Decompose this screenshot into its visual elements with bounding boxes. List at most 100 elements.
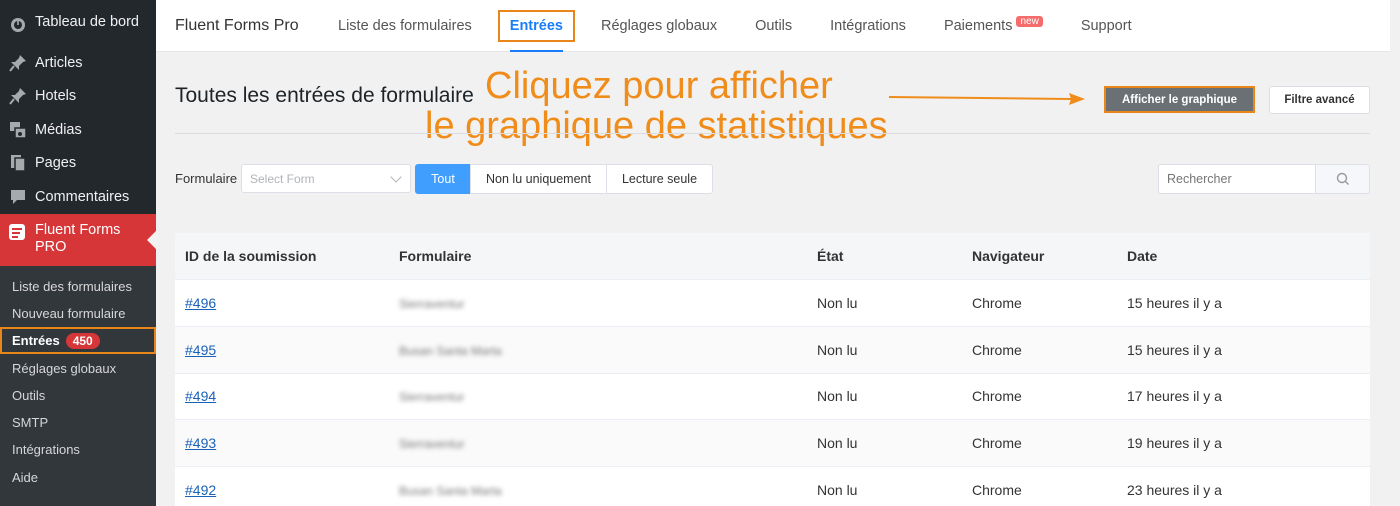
submenu-smtp[interactable]: SMTP bbox=[0, 409, 156, 436]
header-date[interactable]: Date bbox=[1117, 248, 1157, 264]
status-cell: Non lu bbox=[817, 341, 858, 358]
table-row[interactable]: #494 Sierraventur Non lu Chrome 17 heure… bbox=[175, 372, 1370, 420]
advanced-filter-button[interactable]: Filtre avancé bbox=[1269, 86, 1370, 114]
form-name: Busan Santa Marta bbox=[399, 343, 502, 358]
form-select[interactable]: Select Form bbox=[241, 164, 411, 193]
tab-payments-label: Paiements bbox=[943, 17, 1013, 34]
filter-all-button[interactable]: Tout bbox=[415, 164, 471, 194]
date-cell: 19 heures il y a bbox=[1127, 435, 1222, 452]
header-status[interactable]: État bbox=[807, 248, 962, 264]
submenu-entries[interactable]: Entrées 450 bbox=[0, 327, 156, 355]
header-browser[interactable]: Navigateur bbox=[962, 248, 1117, 264]
filter-read-button[interactable]: Lecture seule bbox=[606, 164, 713, 194]
tab-support[interactable]: Support bbox=[1081, 18, 1132, 34]
tab-tools[interactable]: Outils bbox=[755, 18, 792, 34]
form-name: Busan Santa Marta bbox=[399, 484, 502, 499]
form-filter-label: Formulaire bbox=[175, 171, 238, 186]
submenu-label: Liste des formulaires bbox=[12, 278, 132, 294]
form-name: Sierraventur bbox=[399, 390, 465, 405]
submenu-label: Réglages globaux bbox=[12, 360, 117, 376]
submenu-label: Aide bbox=[12, 469, 39, 485]
date-cell: 15 heures il y a bbox=[1127, 341, 1222, 358]
tab-integrations[interactable]: Intégrations bbox=[830, 18, 906, 34]
header-form[interactable]: Formulaire bbox=[389, 248, 807, 264]
date-cell: 15 heures il y a bbox=[1127, 294, 1222, 311]
table-row[interactable]: #495 Busan Santa Marta Non lu Chrome 15 … bbox=[175, 325, 1370, 373]
comment-icon bbox=[8, 187, 28, 207]
sidebar-item-fluent-forms[interactable]: Fluent Forms PRO bbox=[0, 213, 156, 266]
tab-entries[interactable]: Entrées bbox=[497, 9, 575, 52]
table-row[interactable]: #493 Sierraventur Non lu Chrome 19 heure… bbox=[175, 419, 1370, 467]
status-cell: Non lu bbox=[817, 435, 858, 452]
tutorial-annotation: Cliquez pour afficher le graphique de st… bbox=[425, 66, 888, 146]
submenu-label: SMTP bbox=[12, 415, 49, 431]
date-cell: 23 heures il y a bbox=[1127, 482, 1222, 499]
submission-id-link[interactable]: #494 bbox=[185, 388, 216, 404]
chevron-down-icon bbox=[390, 171, 402, 183]
browser-cell: Chrome bbox=[972, 435, 1022, 452]
pin-icon bbox=[8, 53, 28, 73]
header-submission-id[interactable]: ID de la soumission bbox=[175, 248, 389, 264]
media-icon bbox=[8, 120, 28, 140]
submission-id-link[interactable]: #496 bbox=[185, 295, 216, 311]
sidebar-item-label: Fluent Forms PRO bbox=[35, 222, 120, 256]
annotation-line1: Cliquez pour afficher bbox=[485, 65, 833, 107]
form-name: Sierraventur bbox=[399, 296, 465, 311]
brand-title: Fluent Forms Pro bbox=[175, 16, 299, 34]
dashboard-icon bbox=[8, 14, 28, 34]
browser-cell: Chrome bbox=[972, 388, 1022, 405]
submenu-label: Nouveau formulaire bbox=[12, 305, 126, 321]
fluent-forms-label-line2: PRO bbox=[35, 238, 67, 255]
search-input[interactable] bbox=[1158, 164, 1316, 194]
submenu-tools[interactable]: Outils bbox=[0, 382, 156, 409]
sidebar-item-hotels[interactable]: Hotels bbox=[0, 80, 156, 114]
sidebar-item-comments[interactable]: Commentaires bbox=[0, 180, 156, 214]
submission-id-link[interactable]: #493 bbox=[185, 435, 216, 451]
filter-unread-button[interactable]: Non lu uniquement bbox=[470, 164, 607, 194]
page-scrollbar[interactable] bbox=[1390, 0, 1400, 506]
submenu-label: Outils bbox=[12, 387, 46, 403]
form-select-placeholder: Select Form bbox=[250, 172, 315, 186]
fluent-forms-submenu: Liste des formulaires Nouveau formulaire… bbox=[0, 265, 156, 506]
tab-payments[interactable]: Paiements new bbox=[943, 15, 1043, 34]
submenu-new-form[interactable]: Nouveau formulaire bbox=[0, 300, 156, 327]
status-cell: Non lu bbox=[817, 482, 858, 499]
top-navigation: Fluent Forms Pro Liste des formulaires E… bbox=[156, 0, 1390, 52]
submenu-help[interactable]: Aide bbox=[0, 464, 156, 491]
header-divider bbox=[175, 133, 1370, 134]
entries-count-badge: 450 bbox=[65, 332, 100, 349]
fluent-forms-icon bbox=[8, 223, 28, 243]
entries-table: ID de la soumission Formulaire État Navi… bbox=[175, 233, 1370, 506]
submenu-global-settings[interactable]: Réglages globaux bbox=[0, 354, 156, 381]
sidebar-item-pages[interactable]: Pages bbox=[0, 147, 156, 181]
form-name: Sierraventur bbox=[399, 437, 465, 452]
submenu-integrations[interactable]: Intégrations bbox=[0, 436, 156, 463]
search-icon bbox=[1336, 172, 1349, 185]
new-badge: new bbox=[1016, 15, 1043, 27]
tab-global-settings[interactable]: Réglages globaux bbox=[601, 18, 717, 34]
table-row[interactable]: #496 Sierraventur Non lu Chrome 15 heure… bbox=[175, 279, 1370, 326]
browser-cell: Chrome bbox=[972, 294, 1022, 311]
sidebar-item-label: Commentaires bbox=[35, 188, 130, 205]
submission-id-link[interactable]: #495 bbox=[185, 342, 216, 358]
sidebar-item-medias[interactable]: Médias bbox=[0, 113, 156, 147]
fluent-forms-label-line1: Fluent Forms bbox=[35, 221, 121, 238]
sidebar-item-dashboard[interactable]: Tableau de bord bbox=[0, 0, 156, 46]
pin-icon bbox=[8, 86, 28, 106]
submenu-forms-list[interactable]: Liste des formulaires bbox=[0, 273, 156, 300]
sidebar-item-articles[interactable]: Articles bbox=[0, 46, 156, 80]
status-cell: Non lu bbox=[817, 388, 858, 405]
table-header-row: ID de la soumission Formulaire État Navi… bbox=[175, 233, 1370, 279]
submenu-label: Intégrations bbox=[12, 442, 80, 458]
sidebar-item-label: Pages bbox=[35, 155, 77, 172]
search-button[interactable] bbox=[1315, 164, 1370, 194]
tab-forms-list[interactable]: Liste des formulaires bbox=[338, 18, 472, 34]
table-row[interactable]: #492 Busan Santa Marta Non lu Chrome 23 … bbox=[175, 466, 1370, 506]
sidebar-item-label: Médias bbox=[35, 121, 82, 138]
submission-id-link[interactable]: #492 bbox=[185, 482, 216, 498]
show-chart-button[interactable]: Afficher le graphique bbox=[1104, 86, 1255, 113]
sidebar-item-label: Articles bbox=[35, 54, 83, 71]
browser-cell: Chrome bbox=[972, 482, 1022, 499]
date-cell: 17 heures il y a bbox=[1127, 388, 1222, 405]
admin-sidebar: Tableau de bord Articles Hotels Médias P… bbox=[0, 0, 156, 506]
